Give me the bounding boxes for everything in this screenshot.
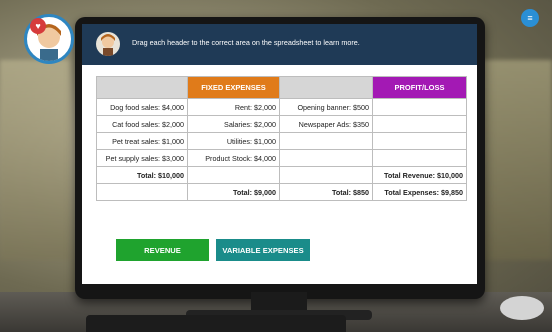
table-cell: [187, 166, 280, 184]
table-cell: [96, 183, 188, 201]
table-row: Pet supply sales: $3,000 Product Stock: …: [96, 149, 467, 167]
table-row-total: Total: $10,000 Total Revenue: $10,000: [96, 166, 467, 184]
table-cell: Salaries: $2,000: [187, 115, 280, 133]
table-cell: Newspaper Ads: $350: [279, 115, 373, 133]
keyboard: [86, 315, 346, 332]
table-row: Pet treat sales: $1,000 Utilities: $1,00…: [96, 132, 467, 150]
instruction-bar: Drag each header to the correct area on …: [82, 24, 477, 65]
spreadsheet-header-row: FIXED EXPENSES PROFIT/LOSS: [96, 76, 467, 99]
header-profit-loss: PROFIT/LOSS: [372, 76, 467, 99]
variable-expenses-total-cell: Total: $850: [279, 183, 373, 201]
screen: Drag each header to the correct area on …: [82, 24, 477, 284]
table-cell: Rent: $2,000: [187, 98, 280, 116]
table-row: Cat food sales: $2,000 Salaries: $2,000 …: [96, 115, 467, 133]
header-drop-zone-3[interactable]: [279, 76, 373, 99]
table-cell: Utilities: $1,000: [187, 132, 280, 150]
revenue-total-cell: Total: $10,000: [96, 166, 188, 184]
variable-expenses-drag-button[interactable]: VARIABLE EXPENSES: [216, 239, 310, 261]
table-cell: Pet treat sales: $1,000: [96, 132, 188, 150]
table-cell: [372, 149, 467, 167]
table-cell: [372, 115, 467, 133]
avatar-icon: [96, 32, 120, 56]
instruction-text: Drag each header to the correct area on …: [132, 38, 360, 47]
menu-icon[interactable]: ≡: [521, 9, 539, 27]
revenue-drag-button[interactable]: REVENUE: [116, 239, 209, 261]
total-revenue-cell: Total Revenue: $10,000: [372, 166, 467, 184]
table-cell: Product Stock: $4,000: [187, 149, 280, 167]
spreadsheet: FIXED EXPENSES PROFIT/LOSS Dog food sale…: [96, 76, 467, 201]
table-cell: Cat food sales: $2,000: [96, 115, 188, 133]
table-cell: Opening banner: $500: [279, 98, 373, 116]
table-cell: [372, 98, 467, 116]
header-fixed-expenses: FIXED EXPENSES: [187, 76, 280, 99]
table-row-total: Total: $9,000 Total: $850 Total Expenses…: [96, 183, 467, 201]
background-shelf-left: [0, 60, 70, 260]
table-cell: [372, 132, 467, 150]
table-cell: [279, 166, 373, 184]
table-cell: Pet supply sales: $3,000: [96, 149, 188, 167]
header-drop-zone-1[interactable]: [96, 76, 188, 99]
table-row: Dog food sales: $4,000 Rent: $2,000 Open…: [96, 98, 467, 116]
table-cell: [279, 132, 373, 150]
table-cell: Dog food sales: $4,000: [96, 98, 188, 116]
total-expenses-cell: Total Expenses: $9,850: [372, 183, 467, 201]
mouse: [500, 296, 544, 320]
fixed-expenses-total-cell: Total: $9,000: [187, 183, 280, 201]
table-cell: [279, 149, 373, 167]
heart-icon[interactable]: ♥: [30, 18, 46, 34]
